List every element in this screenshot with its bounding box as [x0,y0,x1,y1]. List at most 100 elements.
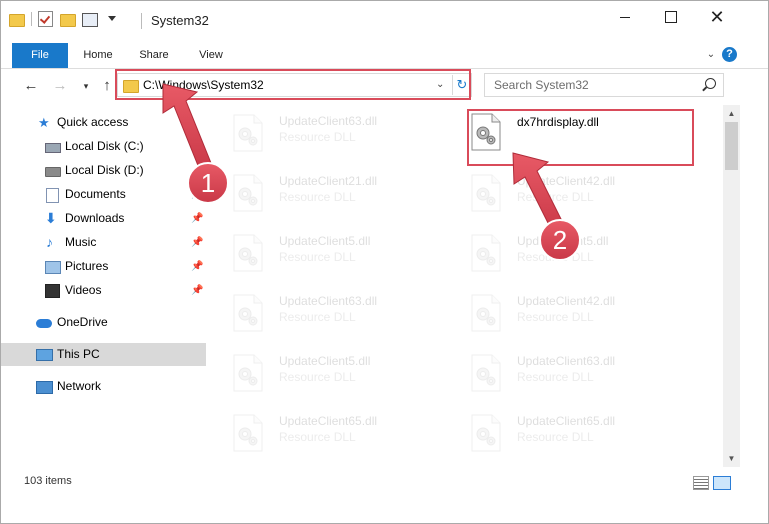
file-name: UpdateClient63.dll [279,114,378,128]
drive-icon [45,167,61,177]
sidebar-item-pictures[interactable]: Pictures 📌 [1,255,206,278]
sidebar-item-music[interactable]: ♪ Music 📌 [1,231,206,254]
dll-file-icon [471,234,501,272]
file-item[interactable]: UpdateClient5.dll Resource DLL [233,348,463,398]
sidebar-item-label: This PC [57,347,100,361]
file-name: UpdateClient42.dll [517,294,616,308]
sidebar-item-label: Network [57,379,102,393]
folder-icon [9,11,25,27]
sidebar-item-this-pc[interactable]: This PC [1,343,206,366]
tab-share[interactable]: Share [129,43,179,68]
title-divider [141,13,142,29]
scroll-down-icon[interactable]: ▼ [723,450,740,467]
dll-file-icon [471,354,501,392]
file-item[interactable]: UpdateClient5.dll Resource DLL [471,228,701,278]
documents-icon [46,188,59,203]
dll-file-icon [471,414,501,452]
pin-icon[interactable]: 📌 [191,231,203,254]
scroll-thumb[interactable] [725,122,738,170]
file-item[interactable]: UpdateClient42.dll Resource DLL [471,168,701,218]
back-arrow-icon[interactable]: ← [22,77,40,95]
minimize-button[interactable] [602,1,648,33]
file-name: UpdateClient65.dll [279,414,378,428]
file-name: UpdateClient5.dll [279,354,371,368]
scroll-up-icon[interactable]: ▲ [723,105,740,122]
dll-file-icon [233,114,263,152]
cloud-icon [36,319,52,328]
download-icon: ⬇ [45,210,57,226]
star-icon: ★ [38,115,50,130]
file-name: UpdateClient42.dll [517,174,616,188]
vertical-scrollbar[interactable]: ▲ ▼ [723,105,740,467]
tab-file[interactable]: File [12,43,68,68]
sidebar-item-label: Local Disk (C:) [65,139,144,153]
pin-icon[interactable]: 📌 [191,279,203,302]
properties-check-icon[interactable] [38,11,54,27]
minimize-icon [620,16,630,18]
file-item[interactable]: UpdateClient63.dll Resource DLL [471,348,701,398]
maximize-icon [665,11,677,23]
dll-file-icon [471,294,501,332]
sidebar-item-network[interactable]: Network [1,375,206,398]
tab-view[interactable]: View [186,43,236,68]
file-item[interactable]: UpdateClient63.dll Resource DLL [233,288,463,338]
file-name: UpdateClient21.dll [279,174,378,188]
properties-icon[interactable] [82,11,98,27]
sidebar-item-label: OneDrive [57,315,108,329]
pin-icon[interactable]: 📌 [191,207,203,230]
details-view-icon[interactable] [693,476,709,490]
forward-arrow-icon[interactable]: → [51,77,69,95]
file-item[interactable]: UpdateClient65.dll Resource DLL [233,408,463,458]
file-type: Resource DLL [279,190,356,204]
sidebar-item-local-disk-c[interactable]: Local Disk (C:) [1,135,206,158]
search-input[interactable]: Search System32 [494,78,589,92]
file-item[interactable]: UpdateClient21.dll Resource DLL [233,168,463,218]
file-name: UpdateClient63.dll [279,294,378,308]
dll-file-icon [471,174,501,212]
close-icon: ✕ [709,7,725,27]
close-button[interactable]: ✕ [694,1,740,33]
video-icon [45,284,60,298]
sidebar-item-quick-access[interactable]: ★ Quick access [1,111,206,134]
file-type: Resource DLL [517,430,594,444]
file-type: Resource DLL [517,310,594,324]
file-item[interactable]: UpdateClient42.dll Resource DLL [471,288,701,338]
pin-icon[interactable]: 📌 [191,255,203,278]
item-count: 103 items [24,475,72,487]
file-name: UpdateClient5.dll [279,234,371,248]
maximize-button[interactable] [648,1,694,33]
file-type: Resource DLL [279,370,356,384]
expand-ribbon-icon[interactable]: ⌄ [704,48,718,62]
ribbon-tabs: File Home Share View ⌄ ? [1,43,768,69]
new-folder-icon[interactable] [60,11,76,27]
large-icons-view-icon[interactable] [713,476,731,490]
sidebar-item-onedrive[interactable]: OneDrive [1,311,206,334]
sidebar-item-videos[interactable]: Videos 📌 [1,279,206,302]
status-bar: 103 items [1,471,768,493]
search-box[interactable]: Search System32 [484,73,724,97]
up-arrow-icon[interactable]: ↑ [98,77,116,95]
help-icon[interactable]: ? [722,47,737,62]
sidebar-item-downloads[interactable]: ⬇ Downloads 📌 [1,207,206,230]
file-name: UpdateClient63.dll [517,354,616,368]
pin-icon[interactable]: 📌 [191,183,203,206]
file-type: Resource DLL [279,250,356,264]
file-item[interactable]: UpdateClient5.dll Resource DLL [233,228,463,278]
tab-home[interactable]: Home [73,43,123,68]
dll-file-icon [233,234,263,272]
sidebar-item-local-disk-d[interactable]: Local Disk (D:) [1,159,206,182]
file-item[interactable]: UpdateClient63.dll Resource DLL [233,108,463,158]
sidebar-item-label: Videos [65,283,102,297]
search-icon[interactable] [705,78,716,89]
customize-dropdown-icon[interactable] [104,11,120,27]
recent-locations-icon[interactable]: ▾ [77,77,95,95]
file-item[interactable]: UpdateClient65.dll Resource DLL [471,408,701,458]
sidebar-item-label: Quick access [57,115,129,129]
sidebar-item-label: Music [65,235,97,249]
file-name: UpdateClient65.dll [517,414,616,428]
sidebar-item-label: Local Disk (D:) [65,163,144,177]
address-highlight-box [115,69,471,100]
sidebar-item-documents[interactable]: Documents 📌 [1,183,206,206]
file-type: Resource DLL [517,370,594,384]
sidebar-item-label: Documents [65,187,126,201]
